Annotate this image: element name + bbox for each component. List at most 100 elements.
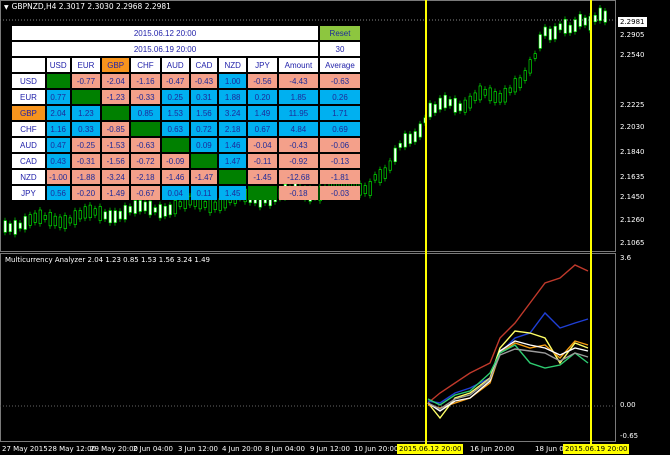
candle-body (158, 204, 162, 219)
row-label-cad[interactable]: CAD (12, 154, 45, 168)
matrix-cell: 4.84 (278, 122, 318, 136)
matrix-row-eur: EUR 0.77 -1.23 -0.33 0.25 0.31 1.88 0.20 1.85 0.2… (12, 90, 360, 104)
row-label-eur[interactable]: EUR (12, 90, 45, 104)
header-nzd[interactable]: NZD (219, 58, 247, 72)
period-field[interactable]: 30 (320, 42, 360, 56)
candle-body (138, 200, 142, 212)
row-label-jpy[interactable]: JPY (12, 186, 45, 200)
matrix-row-nzd: NZD -1.00 -1.88 -3.24 -2.18 -1.46 -1.47 -1.45 -1… (12, 170, 360, 184)
matrix-cell: -1.49 (102, 186, 130, 200)
matrix-cell: -0.09 (161, 154, 189, 168)
header-cad[interactable]: CAD (190, 58, 218, 72)
matrix-cell: -0.25 (71, 138, 101, 152)
candle-body (23, 216, 27, 230)
candle-body (53, 215, 57, 227)
matrix-cell: -0.18 (278, 186, 318, 200)
candle-body (583, 17, 587, 26)
matrix-cell: 0.33 (71, 122, 101, 136)
matrix-header-row: USD EUR GBP CHF AUD CAD NZD JPY Amount Average (12, 58, 360, 72)
candle-body (58, 216, 62, 228)
header-aud[interactable]: AUD (161, 58, 189, 72)
price-axis-label: 2.1635 (620, 173, 645, 181)
matrix-cell: 0.63 (161, 122, 189, 136)
matrix-cell: 0.09 (190, 138, 218, 152)
candle-body (573, 19, 577, 32)
time-axis-label: 9 Jun 12:00 (310, 445, 351, 453)
matrix-cell (46, 74, 70, 88)
matrix-row-aud: AUD 0.47 -0.25 -1.53 -0.63 0.09 1.46 -0.04 -0.43… (12, 138, 360, 152)
candle-body (373, 174, 377, 181)
candle-body (363, 185, 367, 195)
price-axis-label: 2.1450 (620, 193, 645, 201)
price-axis-label: 2.1065 (620, 239, 645, 247)
price-axis-label: 2.1260 (620, 216, 645, 224)
time-axis-label: 2 Jun 04:00 (133, 445, 174, 453)
date-from-field[interactable]: 2015.06.12 20:00 (12, 26, 318, 40)
header-amount[interactable]: Amount (278, 58, 318, 72)
candle-body (28, 214, 32, 226)
header-eur[interactable]: EUR (71, 58, 101, 72)
candle-body (483, 88, 487, 96)
matrix-cell: -1.16 (131, 74, 160, 88)
price-axis-label: 2.2540 (620, 51, 645, 59)
candle-body (78, 210, 82, 220)
header-jpy[interactable]: JPY (248, 58, 277, 72)
header-chf[interactable]: CHF (131, 58, 160, 72)
candle-body (448, 99, 452, 107)
header-average[interactable]: Average (320, 58, 360, 72)
candle-body (98, 206, 102, 221)
matrix-cell: -0.11 (248, 154, 277, 168)
candle-body (463, 99, 467, 113)
candle-body (458, 103, 462, 112)
matrix-cell: -0.63 (320, 74, 360, 88)
candle-body (568, 24, 572, 34)
current-price-box: 2.2981 (618, 17, 647, 27)
candle-body (83, 206, 87, 219)
candle-body (488, 87, 492, 102)
matrix-cell: 0.56 (46, 186, 70, 200)
matrix-cell: -1.47 (190, 170, 218, 184)
matrix-cell: 1.53 (161, 106, 189, 120)
matrix-cell: -0.47 (161, 74, 189, 88)
candle-body (108, 210, 112, 224)
matrix-cell: 0.20 (248, 90, 277, 104)
matrix-cell: 2.04 (46, 106, 70, 120)
candle-body (133, 200, 137, 214)
matrix-cell: 11.95 (278, 106, 318, 120)
marker-line-1[interactable] (425, 0, 427, 444)
date-to-field[interactable]: 2015.06.19 20:00 (12, 42, 318, 56)
row-label-gbp[interactable]: GBP (12, 106, 45, 120)
matrix-cell: -0.77 (71, 74, 101, 88)
row-label-aud[interactable]: AUD (12, 138, 45, 152)
candle-body (148, 200, 152, 216)
candle-body (443, 94, 447, 109)
candle-body (378, 169, 382, 183)
marker-line-2[interactable] (590, 0, 592, 444)
candle-body (13, 220, 17, 235)
marker-1-time-label: 2015.06.12 20:00 (397, 444, 464, 454)
row-label-chf[interactable]: CHF (12, 122, 45, 136)
matrix-cell: -0.33 (131, 90, 160, 104)
matrix-row-gbp: GBP 2.04 1.23 0.85 1.53 1.56 3.24 1.49 11.95 1.71 (12, 106, 360, 120)
candle-body (528, 59, 532, 74)
candle-body (33, 212, 37, 223)
price-axis-label: 2.1840 (620, 148, 645, 156)
matrix-corner (12, 58, 45, 72)
matrix-cell: -1.81 (320, 170, 360, 184)
row-label-usd[interactable]: USD (12, 74, 45, 88)
header-gbp[interactable]: GBP (102, 58, 130, 72)
matrix-cell: 1.71 (320, 106, 360, 120)
matrix-cell (161, 138, 189, 152)
time-axis-label: 3 Jun 12:00 (178, 445, 219, 453)
candle-body (153, 207, 157, 213)
currency-matrix: 2015.06.12 20:00 Reset 2015.06.19 20:00 … (10, 24, 362, 202)
matrix-cell: 0.85 (131, 106, 160, 120)
candle-body (543, 26, 547, 37)
matrix-cell: -0.63 (131, 138, 160, 152)
matrix-cell: -0.43 (278, 138, 318, 152)
reset-button[interactable]: Reset (320, 26, 360, 40)
header-usd[interactable]: USD (46, 58, 70, 72)
matrix-cell: -0.56 (248, 74, 277, 88)
row-label-nzd[interactable]: NZD (12, 170, 45, 184)
indicator-max-label: 3.6 (620, 254, 632, 262)
